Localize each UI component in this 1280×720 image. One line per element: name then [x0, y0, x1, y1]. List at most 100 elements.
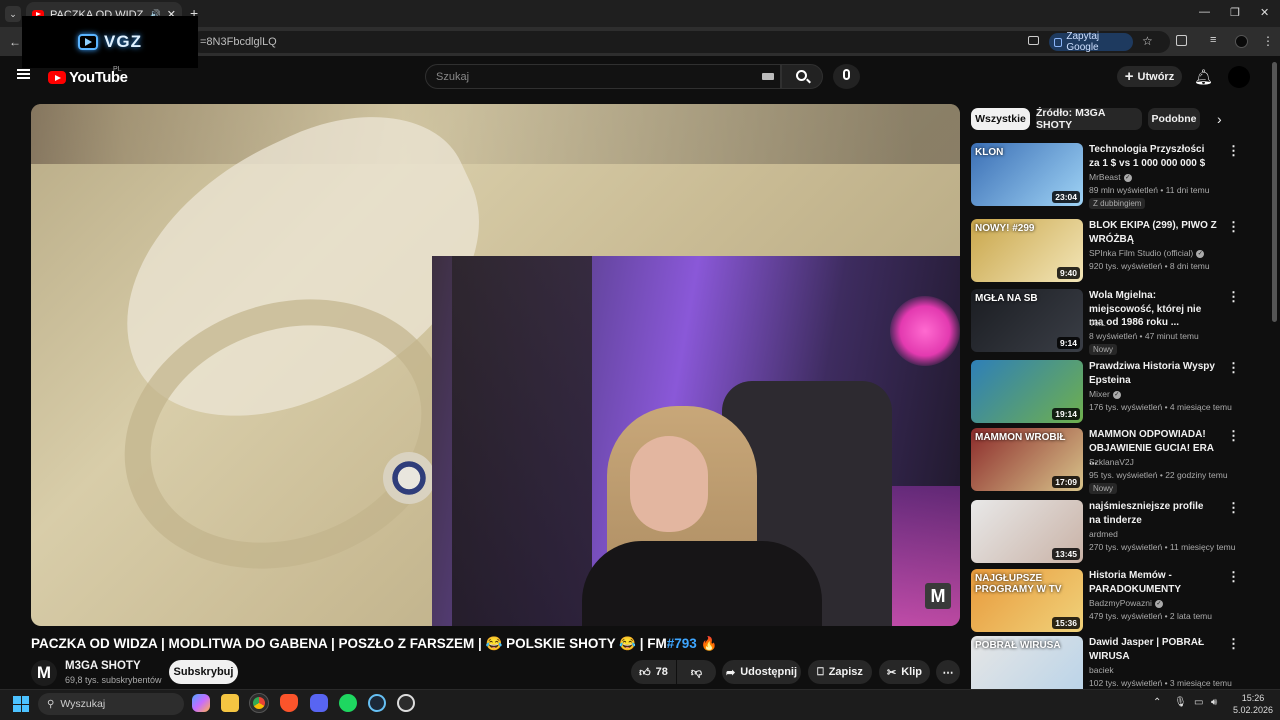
recommendation-thumbnail[interactable]: NOWY! #299 9:40: [971, 219, 1083, 282]
recommendation-title[interactable]: Dawid Jasper | POBRAŁ WIRUSA: [1089, 636, 1217, 663]
recommendation-channel[interactable]: baciek: [1089, 665, 1114, 675]
close-window-button[interactable]: ✕: [1260, 6, 1269, 19]
recommendation-title[interactable]: BLOK EKIPA (299), PIWO Z WRÓŻBĄ: [1089, 219, 1217, 246]
video-player[interactable]: M: [31, 104, 960, 626]
save-button[interactable]: ⎕ Zapisz: [808, 660, 872, 684]
minimize-button[interactable]: —: [1199, 6, 1210, 18]
keyboard-icon[interactable]: [762, 73, 774, 80]
recommendation-title[interactable]: najśmieszniejsze profile na tinderze: [1089, 500, 1217, 527]
brave-icon[interactable]: [280, 694, 298, 712]
recommendation-item[interactable]: MGŁA NA SB 9:14 Wola Mgielna: miejscowość,…: [971, 289, 1243, 355]
windows-start-icon[interactable]: [13, 696, 29, 712]
url-text[interactable]: =8N3FbcdlglLQ: [200, 36, 277, 48]
recommendation-channel[interactable]: MrBeast ✓: [1089, 172, 1132, 182]
thumbnail-label: MGŁA NA SB: [975, 293, 1038, 304]
network-icon[interactable]: ▭: [1194, 697, 1203, 708]
more-vertical-icon[interactable]: ⋮: [1227, 569, 1240, 585]
recommendation-channel[interactable]: Mixer ✓: [1089, 389, 1121, 399]
taskbar-clock[interactable]: 15:26 5.02.2026: [1233, 692, 1273, 716]
microphone-tray-icon[interactable]: 🎙︎: [1174, 697, 1187, 708]
share-button[interactable]: ➦ Udostępnij: [722, 660, 801, 684]
subscriber-count: 69,8 tys. subskrybentów: [65, 675, 162, 685]
address-bar[interactable]: [190, 31, 1170, 53]
extensions-icon[interactable]: [1176, 35, 1187, 46]
recommendation-meta: 8 wyświetleń • 47 minut temu: [1089, 331, 1199, 341]
recommendation-channel[interactable]: SPInka Film Studio (official) ✓: [1089, 248, 1205, 258]
channel-name[interactable]: M3GA SHOTY: [65, 660, 141, 672]
chip-source[interactable]: Źródło: M3GA SHOTY: [1036, 107, 1142, 131]
recommendation-thumbnail[interactable]: NAJGŁUPSZE PROGRAMY W TV 15:36: [971, 569, 1083, 632]
back-arrow-icon[interactable]: ←: [9, 35, 21, 49]
recommendation-channel-name: SzklanaV2J: [1089, 457, 1134, 467]
create-button[interactable]: + Utwórz: [1117, 66, 1182, 87]
spotify-icon[interactable]: [339, 694, 357, 712]
tray-chevron-icon[interactable]: ⌃: [1153, 697, 1161, 708]
more-vertical-icon[interactable]: ⋮: [1227, 289, 1240, 305]
recommendation-channel[interactable]: SzklanaV2J: [1089, 457, 1134, 467]
chips-next-chevron-icon[interactable]: ›: [1217, 111, 1222, 127]
steam-icon[interactable]: [368, 694, 386, 712]
recommendation-title[interactable]: Wola Mgielna: miejscowość, której nie ma…: [1089, 289, 1217, 330]
hamburger-menu-icon[interactable]: [17, 69, 30, 79]
more-vertical-icon[interactable]: ⋮: [1227, 143, 1240, 159]
voice-search-button[interactable]: [833, 64, 860, 89]
video-title-text: PACZKA OD WIDZA | MODLITWA DO GABENA | P…: [31, 636, 667, 651]
clip-button[interactable]: ✂ Klip: [879, 660, 930, 684]
obs-icon[interactable]: [397, 694, 415, 712]
recommendation-title[interactable]: Technologia Przyszłości za 1 $ vs 1 000 …: [1089, 143, 1217, 170]
taskbar-search[interactable]: ⚲ Wyszukaj: [38, 693, 184, 715]
recommendation-item[interactable]: NAJGŁUPSZE PROGRAMY W TV 15:36 Historia Me…: [971, 569, 1243, 632]
recommendation-thumbnail[interactable]: KLON 23:04: [971, 143, 1083, 206]
browser-menu-icon[interactable]: ⋮: [1262, 34, 1274, 48]
bookmark-star-icon[interactable]: ☆: [1142, 34, 1153, 48]
more-vertical-icon[interactable]: ⋮: [1227, 636, 1240, 652]
search-input[interactable]: Szukaj: [425, 64, 781, 89]
recommendation-title[interactable]: Prawdziwa Historia Wyspy Epsteina: [1089, 360, 1217, 387]
notifications-bell-icon[interactable]: 🔔︎: [1194, 68, 1213, 86]
like-button[interactable]: 👍︎ 78: [631, 660, 676, 684]
recommendation-channel[interactable]: ardmed: [1089, 529, 1118, 539]
chip-related[interactable]: Podobne: [1148, 108, 1200, 130]
recommendation-item[interactable]: MAMMON WROBIŁ 17:09 MAMMON ODPOWIADA! OBJA…: [971, 428, 1243, 494]
chrome-icon[interactable]: [249, 693, 269, 713]
install-app-icon[interactable]: [1028, 36, 1039, 45]
copilot-icon[interactable]: [192, 694, 210, 712]
video-duration: 15:36: [1052, 617, 1080, 629]
recommendation-item[interactable]: KLON 23:04 Technologia Przyszłości za 1 $ …: [971, 143, 1243, 209]
recommendation-item[interactable]: 19:14 Prawdziwa Historia Wyspy Epsteina Mi…: [971, 360, 1243, 423]
recommendation-thumbnail[interactable]: 19:14: [971, 360, 1083, 423]
tab-search-button[interactable]: ⌄: [5, 6, 21, 22]
dislike-button[interactable]: 👎︎: [677, 660, 716, 684]
chip-all[interactable]: Wszystkie: [971, 108, 1030, 130]
vgz-overlay-logo: VGZ: [22, 16, 198, 68]
more-vertical-icon[interactable]: ⋮: [1227, 360, 1240, 376]
recommendation-thumbnail[interactable]: MGŁA NA SB 9:14: [971, 289, 1083, 352]
more-actions-button[interactable]: ⋯: [936, 660, 960, 684]
restore-button[interactable]: ❐: [1230, 6, 1240, 19]
recommendation-channel-name: Mixer: [1089, 389, 1110, 399]
more-vertical-icon[interactable]: ⋮: [1227, 500, 1240, 516]
more-vertical-icon[interactable]: ⋮: [1227, 428, 1240, 444]
more-vertical-icon[interactable]: ⋮: [1227, 219, 1240, 235]
account-avatar[interactable]: [1228, 66, 1250, 88]
video-hashtag[interactable]: #793: [667, 636, 697, 651]
ask-google-button[interactable]: Zapytaj Google: [1049, 31, 1133, 53]
profile-avatar[interactable]: [1235, 35, 1248, 48]
recommendation-item[interactable]: 13:45 najśmieszniejsze profile na tinderz…: [971, 500, 1243, 563]
search-button[interactable]: [781, 64, 823, 89]
discord-icon[interactable]: [310, 694, 328, 712]
file-explorer-icon[interactable]: [221, 694, 239, 712]
recommendation-thumbnail[interactable]: 13:45: [971, 500, 1083, 563]
recommendation-thumbnail[interactable]: MAMMON WROBIŁ 17:09: [971, 428, 1083, 491]
lens-icon: [1054, 37, 1063, 47]
recommendation-channel[interactable]: VeiL: [1089, 318, 1106, 328]
page-scrollbar[interactable]: [1272, 62, 1277, 322]
channel-avatar[interactable]: M: [31, 660, 57, 686]
recommendation-item[interactable]: NOWY! #299 9:40 BLOK EKIPA (299), PIWO Z W…: [971, 219, 1243, 282]
subscribe-button[interactable]: Subskrybuj: [169, 660, 238, 684]
verified-check-icon: ✓: [1123, 173, 1132, 182]
media-control-icon[interactable]: ≡: [1210, 34, 1216, 46]
recommendation-channel[interactable]: BadzmyPowazni ✓: [1089, 598, 1163, 608]
recommendation-title[interactable]: Historia Memów - PARADOKUMENTY: [1089, 569, 1217, 596]
volume-icon[interactable]: 🔊︎: [1211, 697, 1217, 708]
